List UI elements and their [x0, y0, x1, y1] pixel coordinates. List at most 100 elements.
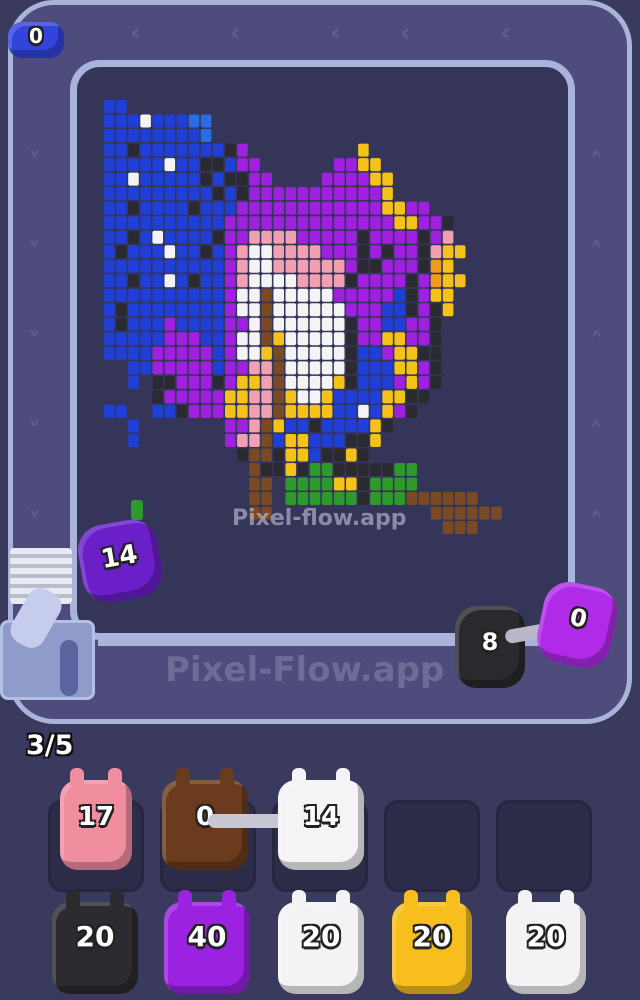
pixel-block	[321, 361, 333, 375]
pixel-block	[406, 361, 418, 375]
pixel-block	[176, 187, 188, 201]
pink-creature[interactable]: 17	[60, 768, 132, 870]
pixel-block	[249, 375, 260, 389]
white-creature[interactable]: 14	[278, 768, 364, 870]
pixel-block	[358, 492, 369, 505]
pixel-block	[346, 419, 357, 433]
pixel-block	[249, 216, 260, 230]
feeder-creature[interactable]: 0	[8, 22, 64, 58]
pixel-block	[116, 245, 127, 259]
pixel-block	[358, 346, 369, 360]
pixel-block	[188, 332, 200, 346]
pixel-block	[406, 332, 418, 346]
pixel-block	[309, 187, 321, 201]
pixel-block	[128, 158, 139, 172]
pixel-block	[249, 434, 260, 447]
pixel-block	[394, 259, 405, 273]
yellow-creature[interactable]: 20	[392, 890, 472, 994]
pixel-block	[297, 216, 309, 230]
white-creature[interactable]: 20	[506, 890, 586, 994]
pixel-block	[164, 143, 176, 157]
pixel-block	[176, 216, 188, 230]
pixel-block	[104, 303, 115, 317]
pixel-block	[358, 361, 369, 375]
black-shooter[interactable]: 8	[455, 606, 525, 688]
pixel-block	[333, 216, 345, 230]
pixel-block	[273, 361, 284, 375]
pixel-block	[321, 419, 333, 433]
creature-ear	[446, 890, 460, 908]
pixel-block	[200, 404, 212, 418]
pixel-block	[140, 172, 151, 186]
queue-slot-5-empty[interactable]	[496, 800, 592, 892]
pixel-block	[237, 216, 248, 230]
pixel-block	[164, 158, 176, 172]
pixel-block	[104, 230, 115, 244]
track-chevron-up-icon: ˄	[590, 418, 603, 448]
pixel-block	[442, 259, 454, 273]
pixel-block	[164, 288, 176, 302]
queue-slot-4-empty[interactable]	[384, 800, 480, 892]
white-creature[interactable]: 20	[278, 890, 364, 994]
pixel-block	[382, 375, 393, 389]
pixel-block	[116, 346, 127, 360]
purple-creature[interactable]: 40	[164, 890, 250, 994]
pixel-block	[358, 404, 369, 418]
pixel-block	[321, 259, 333, 273]
pixel-block	[297, 375, 309, 389]
pixel-block	[152, 143, 163, 157]
pixel-block	[164, 245, 176, 259]
pixel-block	[273, 201, 284, 215]
black-creature[interactable]: 20	[52, 890, 138, 994]
pixel-block	[321, 201, 333, 215]
pixel-block	[116, 100, 127, 113]
pixel-block	[370, 259, 381, 273]
pixel-block	[346, 375, 357, 389]
track-chevron-down-icon: ˅	[28, 238, 41, 268]
pixel-block	[418, 303, 430, 317]
pixel-block	[152, 172, 163, 186]
pixel-block	[116, 114, 127, 128]
pixel-block	[225, 361, 236, 375]
pixel-block	[128, 288, 139, 302]
creature-ear	[222, 890, 236, 908]
pixel-block	[285, 404, 297, 418]
pixel-block	[285, 463, 297, 476]
pixel-block	[128, 201, 139, 215]
pixel-block	[104, 172, 115, 186]
pixel-block	[321, 303, 333, 317]
pixel-block	[297, 187, 309, 201]
pixel-block	[346, 259, 357, 273]
pixel-block	[406, 317, 418, 331]
pixel-block	[430, 332, 442, 346]
pixel-block	[212, 187, 224, 201]
pixel-block	[309, 201, 321, 215]
pixel-block	[418, 346, 430, 360]
pixel-block	[273, 332, 284, 346]
pixel-block	[358, 390, 369, 404]
pixel-block	[188, 361, 200, 375]
pixel-block	[273, 216, 284, 230]
pixel-block	[164, 274, 176, 288]
pixel-block	[333, 361, 345, 375]
pixel-block	[128, 143, 139, 157]
pixel-block	[346, 463, 357, 476]
pixel-block	[176, 317, 188, 331]
pixel-block	[285, 375, 297, 389]
pixel-block	[116, 259, 127, 273]
pixel-block	[152, 390, 163, 404]
pixel-block	[188, 245, 200, 259]
creature-ear	[336, 768, 350, 786]
pixel-block	[309, 419, 321, 433]
pixel-block	[382, 361, 393, 375]
pixel-block	[346, 332, 357, 346]
pixel-block	[358, 259, 369, 273]
pixel-block	[237, 375, 248, 389]
pixel-block	[164, 317, 176, 331]
creature-ear	[404, 890, 418, 908]
track-chevron-up-icon: ˄	[590, 328, 603, 358]
pixel-block	[454, 492, 466, 505]
pixel-block	[237, 172, 248, 186]
pixel-block	[261, 361, 272, 375]
pixel-block	[382, 216, 393, 230]
